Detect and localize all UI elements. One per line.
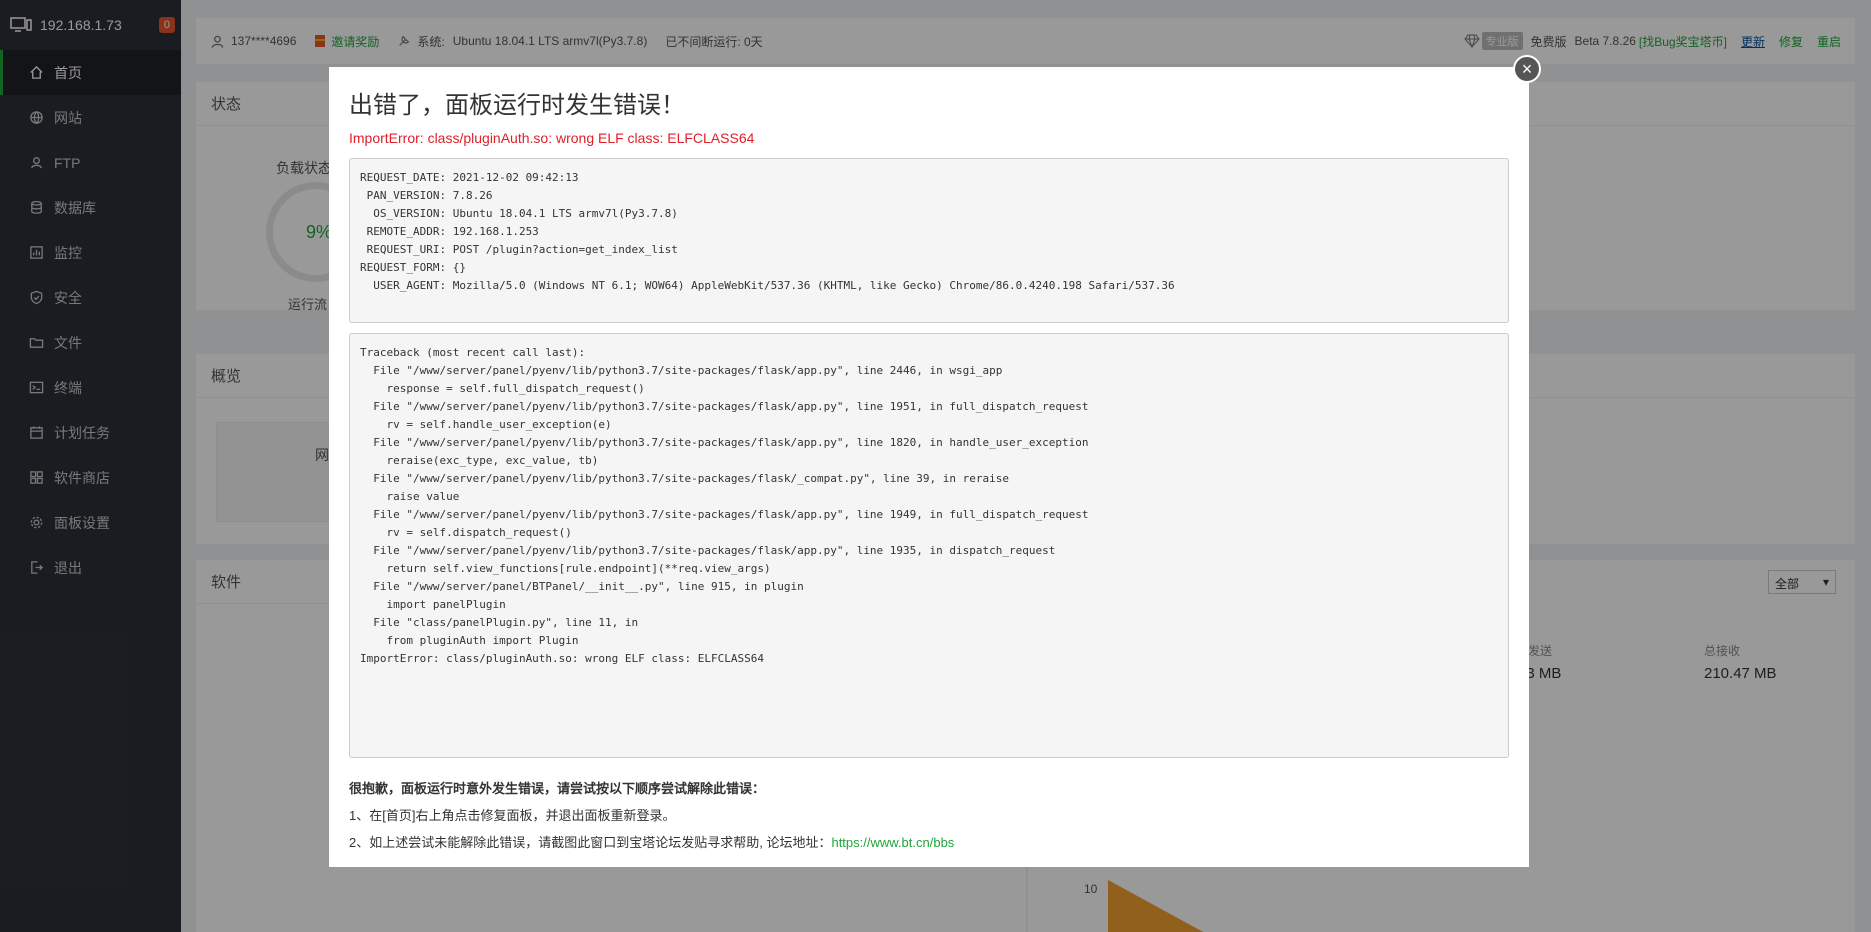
help-step-2-text: 2、如上述尝试未能解除此错误，请截图此窗口到宝塔论坛发贴寻求帮助, 论坛地址： xyxy=(349,835,832,850)
close-icon[interactable]: × xyxy=(1513,55,1541,83)
help-step-2: 2、如上述尝试未能解除此错误，请截图此窗口到宝塔论坛发贴寻求帮助, 论坛地址：h… xyxy=(349,832,1509,851)
forum-link[interactable]: https://www.bt.cn/bbs xyxy=(831,835,954,850)
help-step-1: 1、在[首页]右上角点击修复面板，并退出面板重新登录。 xyxy=(349,808,676,823)
request-info-box[interactable]: REQUEST_DATE: 2021-12-02 09:42:13 PAN_VE… xyxy=(349,158,1509,323)
traceback-box[interactable]: Traceback (most recent call last): File … xyxy=(349,333,1509,758)
error-dialog: × 出错了，面板运行时发生错误！ ImportError: class/plug… xyxy=(329,55,1541,867)
help-title: 很抱歉，面板运行时意外发生错误，请尝试按以下顺序尝试解除此错误： xyxy=(349,781,766,796)
error-message: ImportError: class/pluginAuth.so: wrong … xyxy=(349,130,755,146)
dialog-title: 出错了，面板运行时发生错误！ xyxy=(349,92,685,119)
